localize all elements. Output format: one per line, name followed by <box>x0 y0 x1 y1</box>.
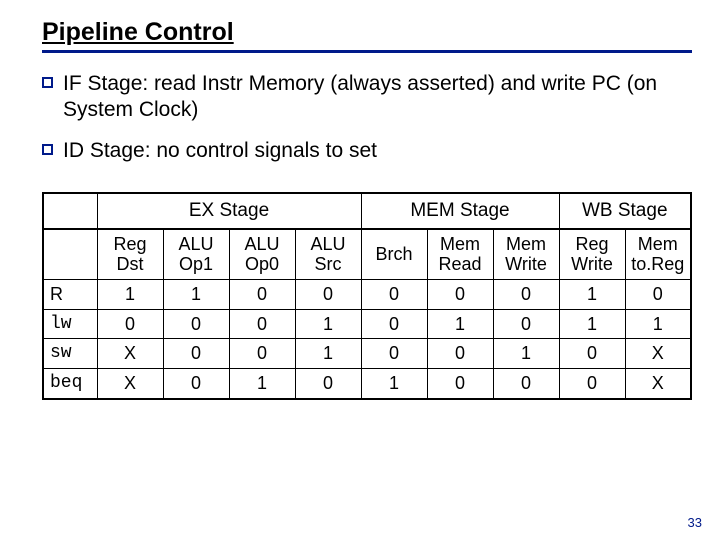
col-header: ALU Op1 <box>163 229 229 280</box>
row-label: R <box>43 279 97 309</box>
cell: 0 <box>163 309 229 339</box>
bullet-item: IF Stage: read Instr Memory (always asse… <box>42 71 692 124</box>
square-bullet-icon <box>42 77 53 88</box>
col-header: Mem to.Reg <box>625 229 691 280</box>
cell: 1 <box>427 309 493 339</box>
col-header: Reg Dst <box>97 229 163 280</box>
cell: 1 <box>295 309 361 339</box>
table-row: beq X 0 1 0 1 0 0 0 X <box>43 369 691 399</box>
cell: X <box>625 339 691 369</box>
cell: 0 <box>559 339 625 369</box>
table-row: R 1 1 0 0 0 0 0 1 0 <box>43 279 691 309</box>
bullet-list: IF Stage: read Instr Memory (always asse… <box>42 71 692 164</box>
cell: 0 <box>493 279 559 309</box>
cell: 1 <box>559 309 625 339</box>
cell: X <box>97 369 163 399</box>
bullet-text: ID Stage: no control signals to set <box>63 138 692 164</box>
cell: 1 <box>97 279 163 309</box>
cell: 0 <box>493 309 559 339</box>
cell: 1 <box>229 369 295 399</box>
cell: 0 <box>361 339 427 369</box>
cell: 0 <box>427 279 493 309</box>
col-header: Mem Write <box>493 229 559 280</box>
group-header-mem: MEM Stage <box>361 193 559 229</box>
square-bullet-icon <box>42 144 53 155</box>
cell: 0 <box>295 369 361 399</box>
cell: 1 <box>361 369 427 399</box>
group-header-wb: WB Stage <box>559 193 691 229</box>
cell: 0 <box>559 369 625 399</box>
cell: 1 <box>163 279 229 309</box>
cell: 0 <box>625 279 691 309</box>
table-row: lw 0 0 0 1 0 1 0 1 1 <box>43 309 691 339</box>
cell: 1 <box>295 339 361 369</box>
cell: 0 <box>97 309 163 339</box>
cell: 0 <box>163 339 229 369</box>
row-label: lw <box>43 309 97 339</box>
row-label: beq <box>43 369 97 399</box>
cell: 0 <box>493 369 559 399</box>
bullet-item: ID Stage: no control signals to set <box>42 138 692 164</box>
cell: 0 <box>229 309 295 339</box>
cell: 0 <box>163 369 229 399</box>
table-row: sw X 0 0 1 0 0 1 0 X <box>43 339 691 369</box>
col-header: Mem Read <box>427 229 493 280</box>
row-label: sw <box>43 339 97 369</box>
table-corner <box>43 193 97 229</box>
cell: 1 <box>625 309 691 339</box>
table-corner <box>43 229 97 280</box>
cell: 0 <box>361 309 427 339</box>
cell: 1 <box>493 339 559 369</box>
col-header: ALU Src <box>295 229 361 280</box>
col-header: Brch <box>361 229 427 280</box>
col-header: ALU Op0 <box>229 229 295 280</box>
group-header-ex: EX Stage <box>97 193 361 229</box>
cell: 0 <box>295 279 361 309</box>
cell: 0 <box>427 369 493 399</box>
cell: 1 <box>559 279 625 309</box>
page-number: 33 <box>688 515 702 530</box>
cell: 0 <box>361 279 427 309</box>
cell: 0 <box>229 279 295 309</box>
cell: X <box>97 339 163 369</box>
cell: X <box>625 369 691 399</box>
cell: 0 <box>229 339 295 369</box>
cell: 0 <box>427 339 493 369</box>
control-signals-table: EX Stage MEM Stage WB Stage Reg Dst ALU … <box>42 192 692 400</box>
col-header: Reg Write <box>559 229 625 280</box>
slide-title: Pipeline Control <box>42 18 692 53</box>
bullet-text: IF Stage: read Instr Memory (always asse… <box>63 71 692 124</box>
